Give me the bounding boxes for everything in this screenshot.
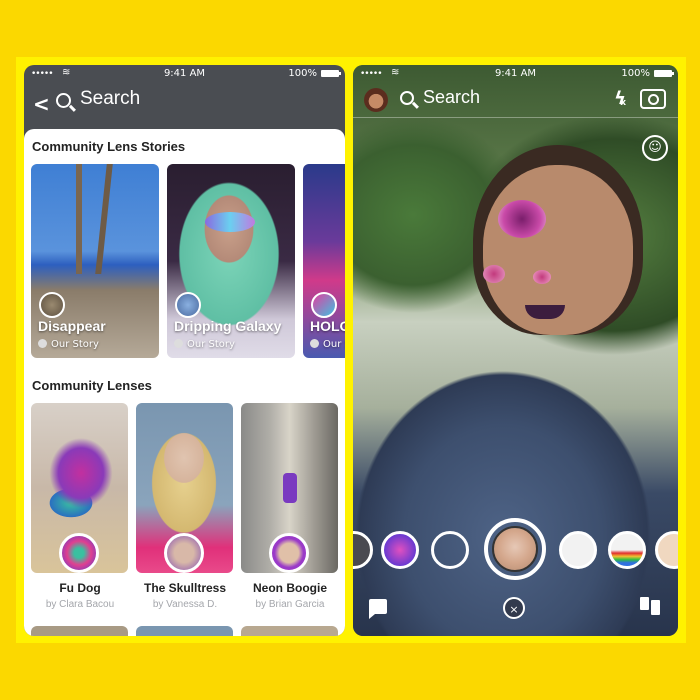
bitmoji-avatar[interactable] (364, 88, 388, 112)
story-card-dripping-galaxy[interactable]: Dripping Galaxy Our Story (167, 164, 295, 358)
search-button[interactable]: Search (423, 87, 480, 108)
lens-button[interactable] (353, 531, 373, 569)
lens-icon-skulltress (164, 533, 204, 573)
globe-icon (38, 339, 47, 348)
avatar (175, 292, 201, 318)
story-name: HOLO (310, 318, 345, 334)
lens-icon-fu-dog (59, 533, 99, 573)
search-header: < Search (24, 83, 345, 127)
lens-card-peek[interactable] (241, 626, 338, 636)
discover-icon[interactable] (640, 597, 660, 615)
globe-icon (310, 339, 319, 348)
lens-creator: by Vanessa D. (152, 599, 218, 610)
palm-tree (76, 164, 82, 274)
flip-camera-icon[interactable] (640, 89, 666, 109)
story-card-disappear[interactable]: Disappear Our Story (31, 164, 159, 358)
lens-icon-neon-boogie (269, 533, 309, 573)
lens-button-panda[interactable] (559, 531, 597, 569)
chat-icon[interactable] (369, 599, 387, 619)
galaxy-makeup (205, 212, 255, 232)
dancer (283, 473, 297, 503)
story-sub: Our Story (310, 339, 345, 350)
battery-percent: 100% (288, 68, 317, 79)
globe-icon (174, 339, 183, 348)
lens-button-fox[interactable] (655, 531, 678, 569)
section-title-stories: Community Lens Stories (32, 139, 186, 154)
flower-makeup (533, 270, 551, 284)
lens-explorer-icon[interactable]: ☺ (642, 135, 668, 161)
flower-makeup (498, 200, 546, 238)
story-sub: Our Story (38, 339, 99, 350)
lens-button-rainbow[interactable] (608, 531, 646, 569)
battery-icon (654, 70, 674, 77)
lens-creator: by Brian Garcia (255, 599, 325, 610)
search-icon (400, 91, 414, 105)
lens-name: The Skulltress (143, 581, 227, 595)
camera-lens-screen: ••••• ≋ 9:41 AM 100% Search ϟ x ☺ × (353, 65, 678, 636)
avatar (311, 292, 337, 318)
section-title-lenses: Community Lenses (32, 378, 152, 393)
story-name: Disappear (38, 318, 106, 334)
lens-search-screen: ••••• ≋ 9:41 AM 100% < Search Community … (24, 65, 345, 636)
lens-creator: by Clara Bacou (45, 599, 115, 610)
story-card-holo[interactable]: HOLO Our Story (303, 164, 345, 358)
search-results: Community Lens Stories Disappear Our Sto… (24, 129, 345, 636)
close-lens-button[interactable]: × (503, 597, 525, 619)
search-icon (56, 93, 71, 108)
story-sub: Our Story (174, 339, 235, 350)
flower-makeup (483, 265, 505, 283)
lens-button-empty[interactable] (431, 531, 469, 569)
avatar (39, 292, 65, 318)
lens-button-selected[interactable] (484, 518, 546, 580)
status-bar: ••••• ≋ 9:41 AM 100% (353, 65, 678, 83)
lens-button-dancer[interactable] (381, 531, 419, 569)
lens-card-peek[interactable] (136, 626, 233, 636)
palm-tree (95, 164, 113, 274)
chevron-left-icon[interactable]: < (33, 92, 50, 116)
camera-header: Search ϟ x (353, 83, 678, 118)
lens-name: Neon Boogie (253, 581, 327, 595)
battery-icon (321, 70, 341, 77)
search-input[interactable]: Search (80, 88, 140, 110)
skulltress-lens-icon (492, 526, 538, 572)
status-bar: ••••• ≋ 9:41 AM 100% (24, 65, 345, 83)
lens-name: Fu Dog (59, 581, 101, 595)
lens-card-peek[interactable] (31, 626, 128, 636)
battery-percent: 100% (621, 68, 650, 79)
flash-off-mark: x (620, 98, 626, 108)
lens-carousel (353, 518, 678, 580)
story-name: Dripping Galaxy (174, 318, 282, 334)
